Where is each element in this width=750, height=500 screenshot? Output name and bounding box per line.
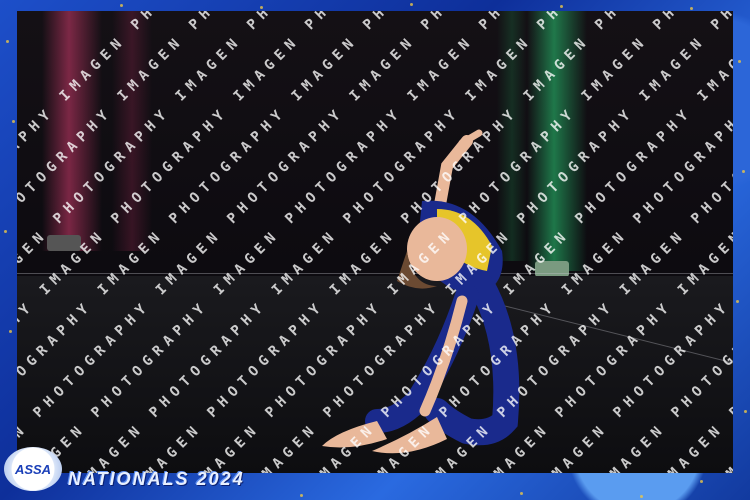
pink-stage-light [42,11,102,251]
gold-fleck [690,7,693,10]
gold-fleck [300,494,303,497]
event-title: NATIONALS 2024 [68,469,245,489]
gold-fleck [640,495,643,498]
pink-stage-light-faint [112,11,152,251]
stage-fixture [535,261,569,277]
dancer-figure [322,129,520,454]
gold-fleck [12,120,15,123]
gold-fleck [736,300,739,303]
stage-fixture [47,235,81,251]
stage-photo [17,11,733,473]
green-stage-light [527,11,587,271]
gold-fleck [9,330,12,333]
gold-fleck [120,4,123,7]
gold-fleck [260,6,263,9]
gold-fleck [560,5,563,8]
gold-fleck [6,40,9,43]
assa-logo: ASSA [4,447,62,491]
gold-fleck [410,3,413,6]
gold-fleck [4,230,7,233]
gold-fleck [520,492,523,495]
gold-fleck [700,480,703,483]
gold-fleck [742,170,745,173]
gold-fleck [744,410,747,413]
logo-text: ASSA [14,461,52,477]
gold-fleck [738,60,741,63]
